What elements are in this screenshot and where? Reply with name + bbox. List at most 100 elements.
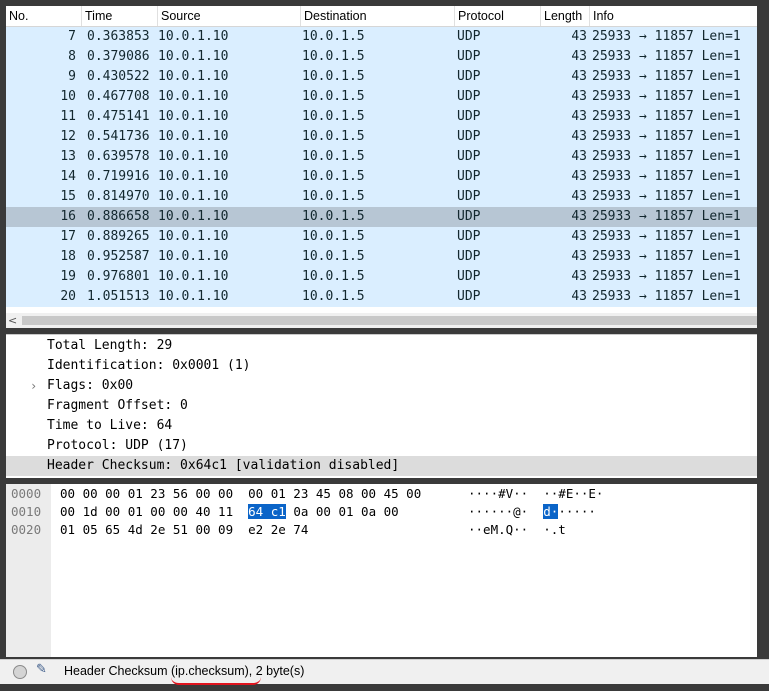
cell-destination: 10.0.1.5 xyxy=(302,209,365,224)
cell-no: 15 xyxy=(60,189,76,204)
cell-length: 43 xyxy=(571,149,587,164)
packet-row[interactable]: 19 0.976801 10.0.1.10 10.0.1.5 UDP 43 25933 → … xyxy=(6,267,757,287)
cell-destination: 10.0.1.5 xyxy=(302,89,365,104)
bytes-offset: 0020 xyxy=(11,522,42,537)
cell-time: 0.886658 xyxy=(87,209,150,224)
cell-destination: 10.0.1.5 xyxy=(302,249,365,264)
detail-field-text: Protocol: UDP (17) xyxy=(47,438,188,453)
column-header-time[interactable]: Time xyxy=(82,6,158,26)
scrollbar-thumb[interactable] xyxy=(22,316,757,325)
edit-note-icon[interactable]: ✎ xyxy=(36,662,47,677)
packet-row[interactable]: 15 0.814970 10.0.1.10 10.0.1.5 UDP 43 25933 → … xyxy=(6,187,757,207)
detail-field-text: Header Checksum: 0x64c1 [validation disa… xyxy=(47,458,400,473)
packet-row[interactable]: 20 1.051513 10.0.1.10 10.0.1.5 UDP 43 25933 → … xyxy=(6,287,757,307)
ready-icon[interactable] xyxy=(13,665,27,679)
packet-details-tree[interactable]: Total Length: 29 Identification: 0x0001 (… xyxy=(6,334,757,478)
cell-destination: 10.0.1.5 xyxy=(302,29,365,44)
expand-arrow-icon[interactable]: › xyxy=(30,376,37,396)
hex-text: 01 05 65 4d 2e 51 00 09 e2 2e 74 xyxy=(60,522,309,537)
cell-protocol: UDP xyxy=(457,229,481,244)
packet-row[interactable]: 8 0.379086 10.0.1.10 10.0.1.5 UDP 43 25933 → 1… xyxy=(6,47,757,67)
cell-destination: 10.0.1.5 xyxy=(302,49,365,64)
packet-row[interactable]: 11 0.475141 10.0.1.10 10.0.1.5 UDP 43 25933 → … xyxy=(6,107,757,127)
cell-source: 10.0.1.10 xyxy=(158,109,229,124)
ascii-text: ······@· xyxy=(468,504,544,519)
ascii-text: ··eM.Q·· ·.t xyxy=(468,522,566,537)
cell-no: 18 xyxy=(60,249,76,264)
detail-field-text: Fragment Offset: 0 xyxy=(47,398,188,413)
packet-row-selected[interactable]: 16 0.886658 10.0.1.10 10.0.1.5 UDP 43 25933 → … xyxy=(6,207,757,227)
detail-row[interactable]: Fragment Offset: 0 xyxy=(6,396,757,416)
cell-info: 25933 → 11857 Len=1 xyxy=(592,149,741,164)
bytes-hex[interactable]: 00 1d 00 01 00 00 40 11 64 c1 0a 00 01 0… xyxy=(60,503,399,521)
cell-source: 10.0.1.10 xyxy=(158,289,229,304)
detail-row[interactable]: Protocol: UDP (17) xyxy=(6,436,757,456)
cell-no: 16 xyxy=(60,209,76,224)
bytes-ascii[interactable]: ······@· d······ xyxy=(468,503,596,521)
cell-destination: 10.0.1.5 xyxy=(302,129,365,144)
cell-protocol: UDP xyxy=(457,109,481,124)
bytes-row: 0000 00 00 00 01 23 56 00 00 00 01 23 45 … xyxy=(6,485,757,503)
cell-destination: 10.0.1.5 xyxy=(302,189,365,204)
cell-time: 0.719916 xyxy=(87,169,150,184)
detail-row[interactable]: Total Length: 29 xyxy=(6,336,757,356)
cell-time: 0.363853 xyxy=(87,29,150,44)
cell-no: 17 xyxy=(60,229,76,244)
cell-source: 10.0.1.10 xyxy=(158,49,229,64)
bytes-row: 0020 01 05 65 4d 2e 51 00 09 e2 2e 74 ··eM… xyxy=(6,521,757,539)
cell-protocol: UDP xyxy=(457,69,481,84)
column-header-length[interactable]: Length xyxy=(541,6,590,26)
column-header-no[interactable]: No. xyxy=(6,6,82,26)
cell-length: 43 xyxy=(571,89,587,104)
cell-info: 25933 → 11857 Len=1 xyxy=(592,249,741,264)
cell-length: 43 xyxy=(571,29,587,44)
cell-destination: 10.0.1.5 xyxy=(302,169,365,184)
cell-source: 10.0.1.10 xyxy=(158,169,229,184)
cell-length: 43 xyxy=(571,189,587,204)
cell-source: 10.0.1.10 xyxy=(158,209,229,224)
packet-row[interactable]: 17 0.889265 10.0.1.10 10.0.1.5 UDP 43 25933 → … xyxy=(6,227,757,247)
column-header-destination[interactable]: Destination xyxy=(301,6,455,26)
bytes-hex[interactable]: 00 00 00 01 23 56 00 00 00 01 23 45 08 0… xyxy=(60,485,421,503)
cell-info: 25933 → 11857 Len=1 xyxy=(592,229,741,244)
bytes-offset: 0000 xyxy=(11,486,42,501)
cell-protocol: UDP xyxy=(457,209,481,224)
cell-protocol: UDP xyxy=(457,289,481,304)
cell-time: 0.467708 xyxy=(87,89,150,104)
cell-time: 0.475141 xyxy=(87,109,150,124)
cell-destination: 10.0.1.5 xyxy=(302,109,365,124)
packet-bytes-pane[interactable]: 0000 00 00 00 01 23 56 00 00 00 01 23 45 … xyxy=(6,484,757,657)
packet-list[interactable]: No. Time Source Destination Protocol Len… xyxy=(6,6,757,328)
ascii-highlight: d· xyxy=(543,504,559,519)
cell-time: 0.430522 xyxy=(87,69,150,84)
detail-row-selected[interactable]: Header Checksum: 0x64c1 [validation disa… xyxy=(6,456,757,476)
column-header-source[interactable]: Source xyxy=(158,6,301,26)
detail-row[interactable]: › Flags: 0x00 xyxy=(6,376,757,396)
cell-time: 0.814970 xyxy=(87,189,150,204)
cell-length: 43 xyxy=(571,129,587,144)
packet-row[interactable]: 10 0.467708 10.0.1.10 10.0.1.5 UDP 43 25933 → … xyxy=(6,87,757,107)
packet-row[interactable]: 12 0.541736 10.0.1.10 10.0.1.5 UDP 43 25933 → … xyxy=(6,127,757,147)
bytes-ascii[interactable]: ··eM.Q·· ·.t xyxy=(468,521,566,539)
bytes-hex[interactable]: 01 05 65 4d 2e 51 00 09 e2 2e 74 xyxy=(60,521,308,539)
detail-row[interactable]: Identification: 0x0001 (1) xyxy=(6,356,757,376)
scroll-left-arrow-icon[interactable]: < xyxy=(8,313,17,328)
cell-no: 8 xyxy=(68,49,76,64)
horizontal-scrollbar[interactable]: < xyxy=(6,313,757,328)
column-header-protocol[interactable]: Protocol xyxy=(455,6,541,26)
packet-row[interactable]: 18 0.952587 10.0.1.10 10.0.1.5 UDP 43 25933 → … xyxy=(6,247,757,267)
detail-row[interactable]: Time to Live: 64 xyxy=(6,416,757,436)
cell-destination: 10.0.1.5 xyxy=(302,289,365,304)
cell-protocol: UDP xyxy=(457,89,481,104)
column-header-info[interactable]: Info xyxy=(590,6,757,26)
cell-info: 25933 → 11857 Len=1 xyxy=(592,69,741,84)
packet-row[interactable]: 9 0.430522 10.0.1.10 10.0.1.5 UDP 43 25933 → 1… xyxy=(6,67,757,87)
bytes-ascii[interactable]: ····#V·· ··#E··E· xyxy=(468,485,603,503)
cell-length: 43 xyxy=(571,109,587,124)
packet-row[interactable]: 13 0.639578 10.0.1.10 10.0.1.5 UDP 43 25933 → … xyxy=(6,147,757,167)
hex-highlight: 64 c1 xyxy=(248,504,286,519)
packet-row[interactable]: 7 0.363853 10.0.1.10 10.0.1.5 UDP 43 25933 → 1… xyxy=(6,27,757,47)
cell-no: 20 xyxy=(60,289,76,304)
detail-field-text: Identification: 0x0001 (1) xyxy=(47,358,251,373)
packet-row[interactable]: 14 0.719916 10.0.1.10 10.0.1.5 UDP 43 25933 → … xyxy=(6,167,757,187)
